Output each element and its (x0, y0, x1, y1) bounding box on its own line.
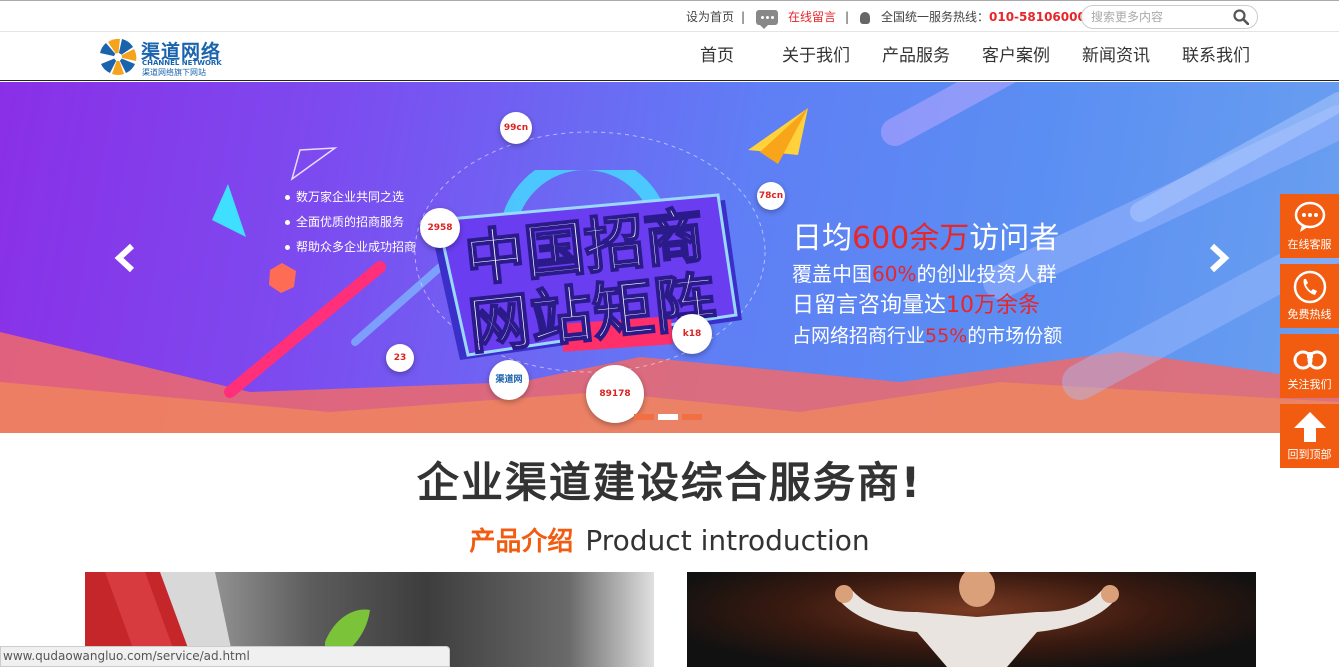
partner-badge: 23 (386, 344, 414, 372)
banner-bullet: 帮助众多企业成功招商 (285, 235, 416, 260)
nav-products[interactable]: 产品服务 (882, 32, 950, 81)
stat-number: 55% (925, 325, 968, 347)
search-box (1081, 5, 1258, 29)
site-logo[interactable]: 渠道网络 CHANNEL NETWORK 渠道网络旗下网站 (98, 37, 238, 77)
hotline-label: 全国统一服务热线： (881, 10, 990, 24)
slide-dot-active[interactable] (658, 414, 678, 420)
section-title-en: Product introduction (585, 524, 870, 557)
arrow-up-icon (1294, 412, 1326, 442)
slide-indicators (634, 405, 706, 424)
nav-news[interactable]: 新闻资讯 (1082, 32, 1150, 81)
logo-swirl-icon (100, 38, 137, 76)
partner-badge: 渠道网 (489, 360, 529, 400)
stat-text: 的市场份额 (967, 325, 1063, 347)
online-message-link[interactable]: 在线留言 (788, 1, 836, 33)
next-slide-arrow-icon[interactable] (1206, 242, 1232, 274)
slide-dot[interactable] (682, 414, 702, 420)
section-title: 产品介绍 Product introduction (0, 521, 1339, 558)
banner-bullets: 数万家企业共同之选 全面优质的招商服务 帮助众多企业成功招商 (285, 185, 416, 260)
site-header: 渠道网络 CHANNEL NETWORK 渠道网络旗下网站 首页 关于我们 产品… (0, 32, 1339, 81)
stat-text: 的创业投资人群 (916, 262, 1057, 286)
online-service-button[interactable]: 在线客服 (1280, 194, 1339, 258)
top-bar: 设为首页 | 在线留言 | 全国统一服务热线： 010-58106000 (0, 0, 1339, 32)
stat-number: 60% (872, 262, 917, 286)
prev-slide-arrow-icon[interactable] (112, 242, 138, 274)
phone-icon (1293, 270, 1327, 304)
stat-text: 访问者 (969, 221, 1060, 256)
stat-text: 覆盖中国 (792, 262, 872, 286)
hero-banner[interactable]: 数万家企业共同之选 全面优质的招商服务 帮助众多企业成功招商 中国招商 网站矩阵… (0, 82, 1339, 433)
nav-cases[interactable]: 客户案例 (982, 32, 1050, 81)
stat-text: 占网络招商行业 (792, 325, 926, 347)
section-title-cn: 产品介绍 (469, 527, 574, 557)
banner-bullet: 全面优质的招商服务 (285, 210, 416, 235)
logo-tagline: 渠道网络旗下网站 (142, 68, 206, 77)
side-label: 关注我们 (1287, 378, 1332, 391)
nav-contact[interactable]: 联系我们 (1182, 32, 1250, 81)
stat-number: 10万余条 (946, 293, 1041, 318)
main-slogan: 企业渠道建设综合服务商! (416, 458, 923, 507)
divider: | (845, 10, 850, 24)
follow-us-button[interactable]: 关注我们 (1280, 334, 1339, 398)
banner-stats: 日均600余万访问者 覆盖中国60%的创业投资人群 日留言咨询量达10万余条 占… (792, 219, 1062, 352)
qq-icon (860, 12, 870, 24)
divider: | (741, 10, 746, 24)
product-card-image[interactable] (687, 572, 1256, 667)
nav-home[interactable]: 首页 (700, 32, 734, 81)
stat-text: 日均 (792, 221, 852, 256)
chat-icon (756, 10, 778, 29)
side-label: 免费热线 (1287, 308, 1332, 321)
nav-about[interactable]: 关于我们 (782, 32, 850, 81)
slide-dot[interactable] (634, 414, 654, 420)
stat-number: 600余万 (852, 221, 970, 256)
banner-bullet: 数万家企业共同之选 (285, 185, 416, 210)
free-hotline-button[interactable]: 免费热线 (1280, 264, 1339, 328)
search-icon[interactable] (1233, 9, 1249, 25)
binoculars-icon (1293, 350, 1327, 370)
partner-badge: 99cn (500, 112, 532, 144)
browser-status-bar: www.qudaowangluo.com/service/ad.html (0, 646, 450, 667)
stat-text: 日留言咨询量达 (792, 293, 947, 318)
set-homepage-link[interactable]: 设为首页 (686, 1, 734, 33)
search-input[interactable] (1091, 8, 1231, 26)
partner-badge: 78cn (757, 182, 785, 210)
hotline-number: 010-58106000 (989, 10, 1086, 24)
logo-name-en: CHANNEL NETWORK (142, 59, 222, 67)
partner-badge: k18 (672, 314, 712, 354)
partner-badge: 2958 (420, 208, 460, 248)
celebrating-man-image (835, 572, 1119, 667)
chat-bubble-icon (1294, 201, 1326, 232)
side-label: 在线客服 (1287, 238, 1332, 251)
